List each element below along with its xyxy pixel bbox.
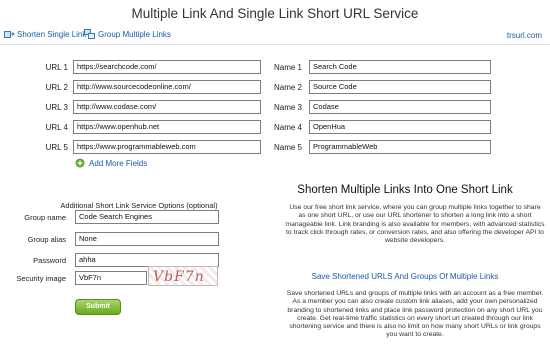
url-3-label: URL 3 — [45, 103, 68, 112]
name-5-input[interactable]: ProgrammableWeb — [309, 140, 491, 154]
page-title: Multiple Link And Single Link Short URL … — [131, 6, 419, 21]
add-more-fields-button[interactable]: Add More Fields — [75, 158, 147, 168]
right-heading: Shorten Multiple Links Into One Short Li… — [297, 184, 513, 196]
password-input[interactable]: ahha — [75, 253, 219, 267]
name-3-input[interactable]: Codase — [309, 100, 491, 114]
intro-paragraph: Use our free short link service, where y… — [285, 204, 545, 245]
shorten-single-link[interactable]: Shorten Single Link — [4, 29, 86, 40]
group-multiple-links[interactable]: Group Multiple Links — [84, 29, 171, 40]
group-name-input[interactable]: Code Search Engines — [75, 210, 219, 224]
captcha-image: VbF7n — [148, 266, 218, 286]
shorten-single-link-label: Shorten Single Link — [17, 30, 87, 39]
url-3-input[interactable]: http://www.codase.com/ — [73, 100, 261, 114]
url-1-input[interactable]: https://searchcode.com/ — [73, 60, 261, 74]
group-multiple-links-label: Group Multiple Links — [98, 30, 171, 39]
name-2-label: Name 2 — [273, 83, 302, 92]
name-3-label: Name 3 — [273, 103, 302, 112]
save-links-paragraph: Save shortened URLs and groups of multip… — [286, 290, 544, 339]
name-2-input[interactable]: Source Code — [309, 80, 491, 94]
url-4-label: URL 4 — [45, 123, 68, 132]
submit-button[interactable]: Submit — [75, 299, 121, 315]
url-1-label: URL 1 — [45, 63, 68, 72]
url-2-input[interactable]: http://www.sourcecodeonline.com/ — [73, 80, 261, 94]
url-5-label: URL 5 — [45, 143, 68, 152]
name-1-input[interactable]: Search Code — [309, 60, 491, 74]
save-links-heading[interactable]: Save Shortened URLS And Groups Of Multip… — [280, 272, 530, 281]
name-5-label: Name 5 — [273, 143, 302, 152]
add-more-fields-label: Add More Fields — [89, 158, 148, 168]
options-heading: Additional Short Link Service Options (o… — [60, 201, 218, 210]
security-code-input[interactable]: VbF7n — [75, 271, 147, 285]
site-link[interactable]: trsurl.com — [507, 31, 542, 40]
name-4-label: Name 4 — [273, 123, 302, 132]
group-links-icon — [84, 29, 95, 39]
security-image-label: Security image — [16, 274, 66, 283]
url-4-input[interactable]: https://www.openhub.net — [73, 120, 261, 134]
name-1-label: Name 1 — [273, 63, 302, 72]
name-4-input[interactable]: OpenHua — [309, 120, 491, 134]
url-5-input[interactable]: https://www.programmableweb.com — [73, 140, 261, 154]
group-alias-label: Group alias — [27, 235, 66, 244]
password-label: Password — [33, 256, 66, 265]
group-alias-input[interactable]: None — [75, 232, 219, 246]
url-2-label: URL 2 — [45, 83, 68, 92]
single-link-icon — [4, 31, 15, 38]
group-name-label: Group name — [24, 213, 66, 222]
plus-circle-icon — [75, 158, 85, 168]
divider — [0, 44, 550, 45]
